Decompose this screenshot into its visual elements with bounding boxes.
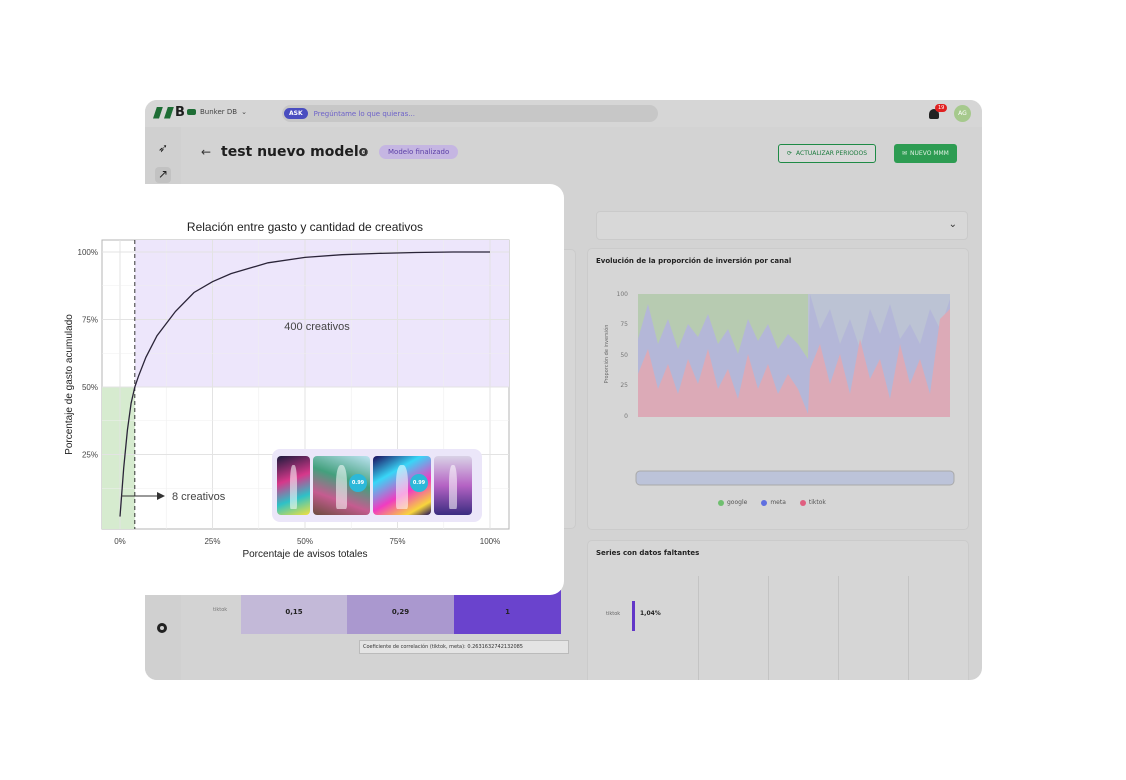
legend-item-tiktok[interactable]: tiktok xyxy=(799,499,826,506)
heatmap-cell[interactable]: 1 xyxy=(454,590,561,634)
annotation-8-creativos: 8 creativos xyxy=(172,491,226,503)
status-badge: Modelo finalizado xyxy=(379,145,459,159)
evolution-ytick: 75 xyxy=(620,321,628,328)
y-axis-label: Porcentaje de gasto acumulado xyxy=(64,314,75,455)
creative-thumbnail[interactable]: 0.99 xyxy=(373,456,431,515)
creative-thumbnails: 0.99 0.99 xyxy=(272,449,482,522)
workspace-selector[interactable]: Bunker DB ⌄ xyxy=(187,108,247,116)
new-mmm-label: NUEVO MMM xyxy=(910,150,949,157)
settings-icon[interactable] xyxy=(157,623,167,633)
app-logo[interactable]: B xyxy=(153,105,185,120)
legend-swatch xyxy=(799,499,806,506)
evolution-ytick: 0 xyxy=(624,413,628,420)
x-tick-label: 0% xyxy=(114,537,126,546)
chart-line-icon[interactable]: ↗ xyxy=(155,167,171,183)
legend-swatch xyxy=(718,499,724,506)
range-slider xyxy=(635,470,955,486)
chevron-down-icon: ⌄ xyxy=(241,108,247,116)
grid-line xyxy=(698,576,699,680)
spend-creatives-chart-card: Relación entre gasto y cantidad de creat… xyxy=(57,184,564,595)
evolution-ytick: 50 xyxy=(620,352,628,359)
evolution-ytick: 25 xyxy=(620,382,628,389)
missing-data-card: Series con datos faltantes tiktok 1,04% xyxy=(587,540,969,680)
page-title: test nuevo modelo xyxy=(221,144,369,160)
heatmap-cell[interactable]: 0,29 xyxy=(347,590,454,634)
logo-mark-icon xyxy=(164,106,174,119)
x-tick-label: 75% xyxy=(389,537,405,546)
heatmap-cell[interactable]: 0,15 xyxy=(241,590,347,634)
missing-row-value: 1,04% xyxy=(640,610,661,617)
logo-mark-icon xyxy=(153,106,163,119)
ask-badge: ASK xyxy=(284,108,308,119)
notification-count: 19 xyxy=(935,104,948,112)
missing-data-title: Series con datos faltantes xyxy=(596,549,700,557)
legend-swatch xyxy=(761,499,768,506)
y-tick-label: 25% xyxy=(82,451,98,460)
x-tick-label: 50% xyxy=(297,537,313,546)
creative-thumbnail[interactable] xyxy=(434,456,472,515)
x-axis-label: Porcentaje de avisos totales xyxy=(242,549,367,560)
x-tick-label: 100% xyxy=(480,537,500,546)
x-tick-label: 25% xyxy=(204,537,220,546)
y-tick-label: 100% xyxy=(78,248,98,257)
top-bar: B Bunker DB ⌄ ASK Pregúntame lo que quie… xyxy=(145,100,982,127)
wand-icon[interactable]: ➶ xyxy=(155,141,171,157)
spend-creatives-chart: Relación entre gasto y cantidad de creat… xyxy=(64,220,510,560)
missing-row-label: tiktok xyxy=(606,611,621,617)
investment-evolution-card: Evolución de la proporción de inversión … xyxy=(587,248,969,530)
gear-icon[interactable]: ⚙ xyxy=(359,146,369,159)
creative-thumbnail[interactable] xyxy=(277,456,310,515)
grid-line xyxy=(838,576,839,680)
workspace-name: Bunker DB xyxy=(200,108,238,116)
model-selector[interactable]: ⌄ xyxy=(596,211,968,240)
evolution-ytick: 100 xyxy=(617,291,629,298)
back-arrow-icon[interactable]: ← xyxy=(201,145,211,159)
annotation-400-creativos: 400 creativos xyxy=(284,321,350,333)
avatar[interactable]: AG xyxy=(954,105,971,122)
workspace-icon xyxy=(187,109,196,115)
notifications-button[interactable]: 19 xyxy=(929,104,948,120)
ask-input[interactable]: ASK Pregúntame lo que quieras... xyxy=(282,105,658,122)
y-tick-label: 50% xyxy=(82,383,98,392)
correlation-heatmap: tiktok 0,15 0,29 1 Coeficiente de correl… xyxy=(213,590,569,680)
chart-title: Relación entre gasto y cantidad de creat… xyxy=(187,220,423,234)
region-400-creativos xyxy=(134,240,510,387)
y-tick-label: 75% xyxy=(82,316,98,325)
correlation-tooltip: Coeficiente de correlación (tiktok, meta… xyxy=(359,640,569,654)
grid-line xyxy=(908,576,909,680)
refresh-periods-button[interactable]: ⟳ ACTUALIZAR PERIODOS xyxy=(778,144,877,163)
refresh-icon: ⟳ xyxy=(787,150,793,157)
logo-text: B xyxy=(175,105,185,120)
legend-item-meta[interactable]: meta xyxy=(761,499,786,506)
evolution-legend: google meta tiktok xyxy=(718,499,826,506)
megaphone-icon: ✉ xyxy=(902,150,908,157)
missing-bar[interactable] xyxy=(632,601,635,631)
evolution-ylabel: Proporción de inversión xyxy=(603,325,610,384)
grid-line xyxy=(768,576,769,680)
refresh-periods-label: ACTUALIZAR PERIODOS xyxy=(796,150,868,157)
evolution-area-chart: Proporción de inversión 100 75 50 25 0 xyxy=(603,291,955,486)
legend-item-google[interactable]: google xyxy=(718,499,747,506)
chevron-down-icon: ⌄ xyxy=(948,219,957,230)
creative-thumbnail[interactable]: 0.99 xyxy=(313,456,370,515)
ask-placeholder: Pregúntame lo que quieras... xyxy=(313,109,415,118)
heatmap-row-label: tiktok xyxy=(213,607,228,613)
new-mmm-button[interactable]: ✉ NUEVO MMM xyxy=(894,144,957,163)
